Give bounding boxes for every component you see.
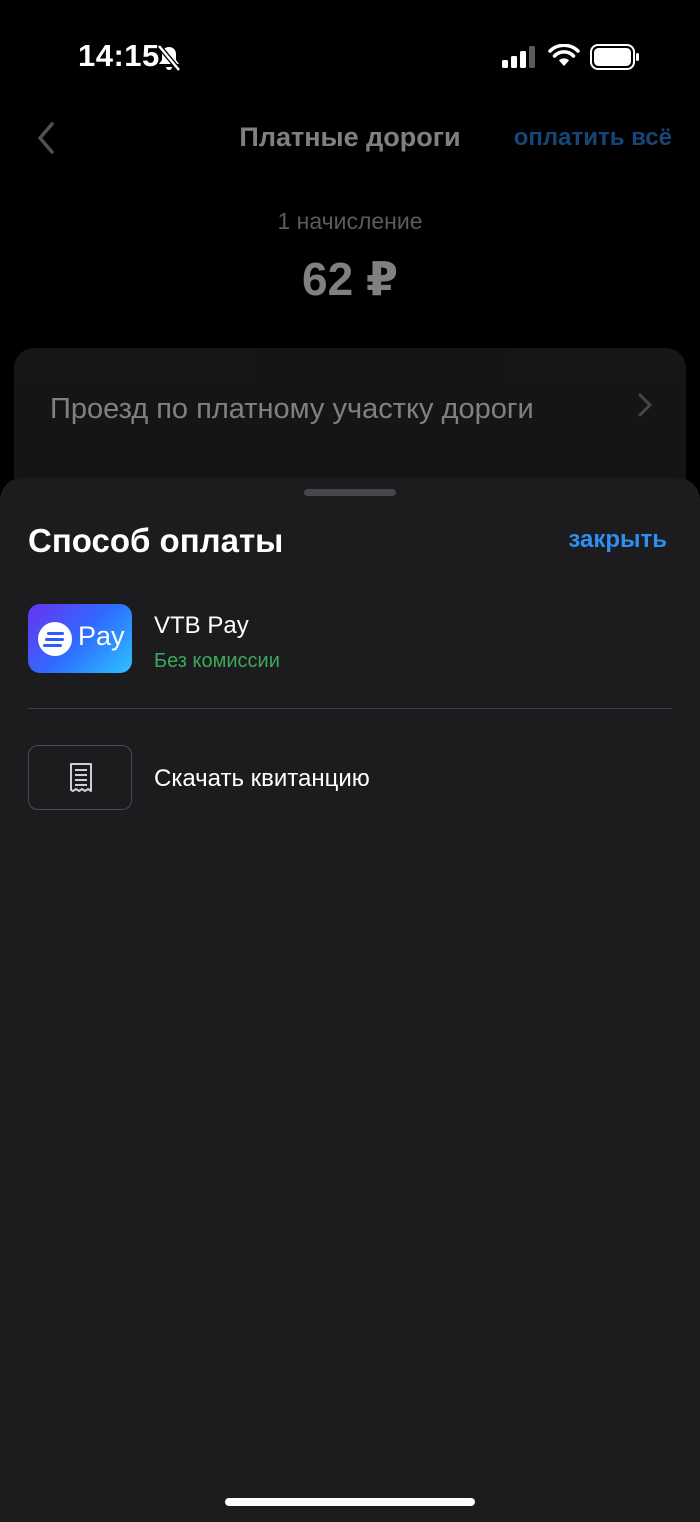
cellular-signal-icon <box>502 46 535 68</box>
receipt-icon <box>70 763 92 792</box>
vtb-logo-text: Pay <box>78 621 125 651</box>
vtb-logo-stripe <box>45 638 64 641</box>
status-bar: 14:15 <box>0 0 700 110</box>
battery-icon <box>590 44 639 70</box>
home-indicator[interactable] <box>225 1498 475 1506</box>
receipt-icon-box <box>28 745 132 810</box>
vtb-logo-stripe <box>43 644 62 647</box>
charges-count: 1 начисление <box>277 208 423 234</box>
sheet-grabber[interactable] <box>304 489 396 496</box>
chevron-right-icon <box>638 393 652 417</box>
close-button[interactable]: закрыть <box>568 526 667 554</box>
payment-method-sheet: Способ оплаты закрыть Pay VTB Pay Без ко… <box>0 478 700 1522</box>
sheet-title: Способ оплаты <box>28 522 284 559</box>
payment-option-subtitle: Без комиссии <box>154 650 280 672</box>
payment-option-vtb-pay[interactable]: Pay VTB Pay Без комиссии <box>28 604 672 674</box>
payment-option-name: VTB Pay <box>154 612 249 639</box>
bell-off-icon <box>157 44 181 72</box>
vtb-logo-circle <box>38 622 72 656</box>
vtb-pay-logo: Pay <box>28 604 132 673</box>
charge-title: Проезд по платному участку дороги <box>50 393 534 425</box>
download-receipt-label: Скачать квитанцию <box>154 765 370 792</box>
vtb-logo-stripe <box>47 632 64 635</box>
pay-all-button[interactable]: оплатить всё <box>514 124 672 152</box>
total-amount: 62 ₽ <box>302 253 398 305</box>
wifi-icon <box>548 44 580 66</box>
download-receipt-option[interactable]: Скачать квитанцию <box>28 745 672 811</box>
divider <box>28 708 672 709</box>
status-time: 14:15 <box>78 38 160 73</box>
